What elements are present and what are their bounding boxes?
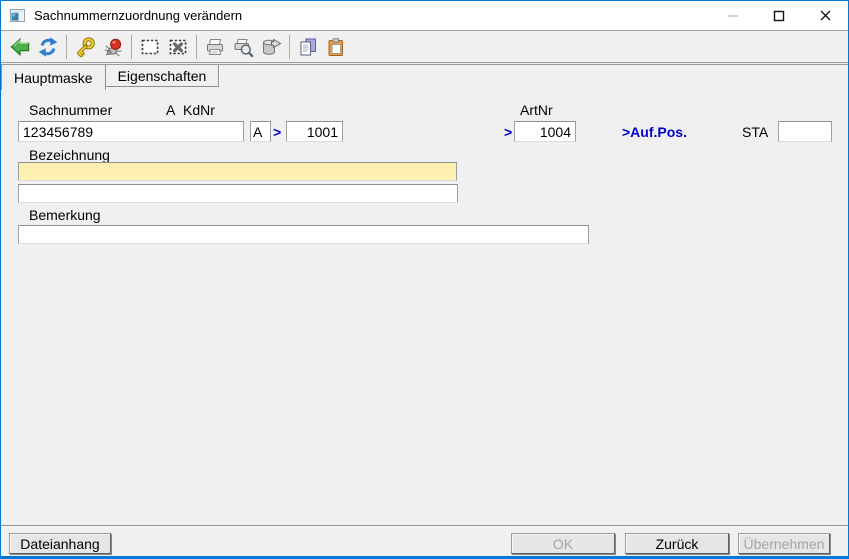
- toolbar-separator: [289, 35, 290, 59]
- paste-icon: [325, 36, 347, 58]
- artnr-label: ArtNr: [520, 102, 553, 118]
- toolbar-separator: [66, 35, 67, 59]
- paste-button[interactable]: [323, 34, 349, 60]
- kdnr-label: KdNr: [183, 102, 215, 118]
- spider-icon: [102, 36, 124, 58]
- sta-input[interactable]: [778, 121, 832, 142]
- window-controls: [710, 1, 848, 30]
- database-export-button[interactable]: [258, 34, 284, 60]
- key-icon: [74, 36, 96, 58]
- back-button[interactable]: [7, 34, 33, 60]
- zurueck-button[interactable]: Zurück: [625, 533, 729, 554]
- app-icon: [10, 9, 25, 22]
- bemerkung-input[interactable]: [18, 225, 589, 244]
- print-button[interactable]: [202, 34, 228, 60]
- key-button[interactable]: [72, 34, 98, 60]
- refresh-button[interactable]: [35, 34, 61, 60]
- close-button[interactable]: [802, 1, 848, 30]
- dialog-window: Sachnummernzuordnung verändern: [0, 0, 849, 559]
- copy-button[interactable]: [295, 34, 321, 60]
- clear-selection-button[interactable]: [165, 34, 191, 60]
- tab-bar: Hauptmaske Eigenschaften: [1, 64, 848, 90]
- bezeichnung-label: Bezeichnung: [29, 147, 110, 163]
- clear-selection-icon: [167, 36, 189, 58]
- select-region-button[interactable]: [137, 34, 163, 60]
- minimize-button[interactable]: [710, 1, 756, 30]
- toolbar-separator: [131, 35, 132, 59]
- print-preview-icon: [232, 36, 254, 58]
- tab-hauptmaske[interactable]: Hauptmaske: [1, 65, 106, 90]
- toolbar: [1, 32, 848, 63]
- a-input[interactable]: [250, 121, 271, 142]
- sta-label: STA: [742, 124, 768, 140]
- artnr-lookup-arrow[interactable]: >: [504, 124, 512, 140]
- select-region-icon: [139, 36, 161, 58]
- copy-icon: [297, 36, 319, 58]
- kdnr-lookup-arrow[interactable]: >: [273, 124, 281, 140]
- toolbar-separator: [196, 35, 197, 59]
- artnr-input[interactable]: [514, 121, 576, 142]
- maximize-button[interactable]: [756, 1, 802, 30]
- footer-divider: [1, 525, 848, 527]
- print-icon: [204, 36, 226, 58]
- bezeichnung-input-2[interactable]: [18, 184, 458, 203]
- sachnummer-label: Sachnummer: [29, 102, 112, 118]
- window-title: Sachnummernzuordnung verändern: [34, 8, 242, 23]
- dateianhang-button[interactable]: Dateianhang: [9, 533, 111, 554]
- spider-button[interactable]: [100, 34, 126, 60]
- title-bar: Sachnummernzuordnung verändern: [1, 1, 848, 31]
- tab-eigenschaften[interactable]: Eigenschaften: [106, 65, 220, 87]
- ok-button[interactable]: OK: [511, 533, 615, 554]
- back-icon: [9, 36, 31, 58]
- refresh-icon: [37, 36, 59, 58]
- print-preview-button[interactable]: [230, 34, 256, 60]
- bemerkung-label: Bemerkung: [29, 207, 101, 223]
- sachnummer-input[interactable]: [18, 121, 244, 142]
- kdnr-input[interactable]: [286, 121, 343, 142]
- a-column-label: A: [166, 102, 175, 118]
- uebernehmen-button[interactable]: Übernehmen: [738, 533, 830, 554]
- auf-pos-link[interactable]: >Auf.Pos.: [622, 124, 687, 140]
- database-export-icon: [260, 36, 282, 58]
- bezeichnung-input-1[interactable]: [18, 162, 457, 181]
